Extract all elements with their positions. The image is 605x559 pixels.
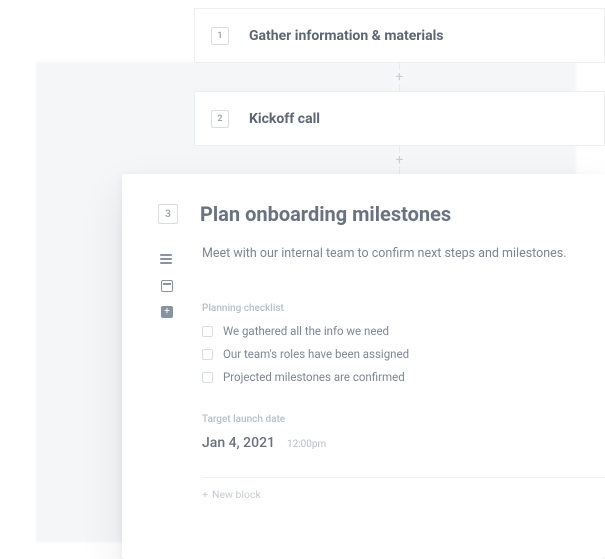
checkbox[interactable] (202, 326, 213, 337)
step-title: Plan onboarding milestones (200, 202, 451, 226)
calendar-icon[interactable] (161, 280, 173, 292)
target-date-label: Target launch date (202, 414, 575, 425)
step-number-badge: 1 (211, 27, 229, 45)
checklist-item-label: Projected milestones are confirmed (223, 370, 405, 384)
checklist-item[interactable]: We gathered all the info we need (202, 324, 575, 338)
step-card-2[interactable]: 2 Kickoff call (194, 91, 605, 146)
text-block-icon[interactable] (160, 254, 174, 266)
checklist-item-label: We gathered all the info we need (223, 324, 389, 338)
new-block-label: New block (212, 488, 261, 501)
step-title: Gather information & materials (249, 28, 444, 44)
plus-icon: + (202, 488, 208, 501)
step-header: 3 Plan onboarding milestones (122, 202, 605, 226)
new-block-button[interactable]: + New block (122, 478, 605, 501)
checkbox[interactable] (202, 349, 213, 360)
step-card-1[interactable]: 1 Gather information & materials (194, 8, 605, 63)
target-time-value: 12:00pm (287, 439, 326, 450)
step-title: Kickoff call (249, 111, 320, 127)
step-connector: + (194, 63, 605, 91)
plus-glyph: + (164, 307, 170, 317)
checkbox[interactable] (202, 372, 213, 383)
step-connector: + (194, 146, 605, 174)
step-description[interactable]: Meet with our internal team to confirm n… (202, 246, 575, 261)
target-date-value: Jan 4, 2021 (202, 435, 275, 451)
add-step-icon[interactable]: + (394, 70, 406, 84)
step-card-3-expanded: 3 Plan onboarding milestones + Meet with… (122, 174, 605, 559)
add-step-icon[interactable]: + (394, 153, 406, 167)
checklist-item[interactable]: Projected milestones are confirmed (202, 370, 575, 384)
add-block-icon[interactable]: + (161, 306, 173, 318)
target-date-row[interactable]: Jan 4, 2021 12:00pm (202, 435, 575, 451)
checklist-item[interactable]: Our team's roles have been assigned (202, 347, 575, 361)
checklist-label: Planning checklist (202, 303, 575, 314)
step-number-badge: 2 (211, 110, 229, 128)
checklist-item-label: Our team's roles have been assigned (223, 347, 409, 361)
block-type-rail: + (158, 254, 176, 318)
step-number-badge: 3 (158, 204, 178, 224)
